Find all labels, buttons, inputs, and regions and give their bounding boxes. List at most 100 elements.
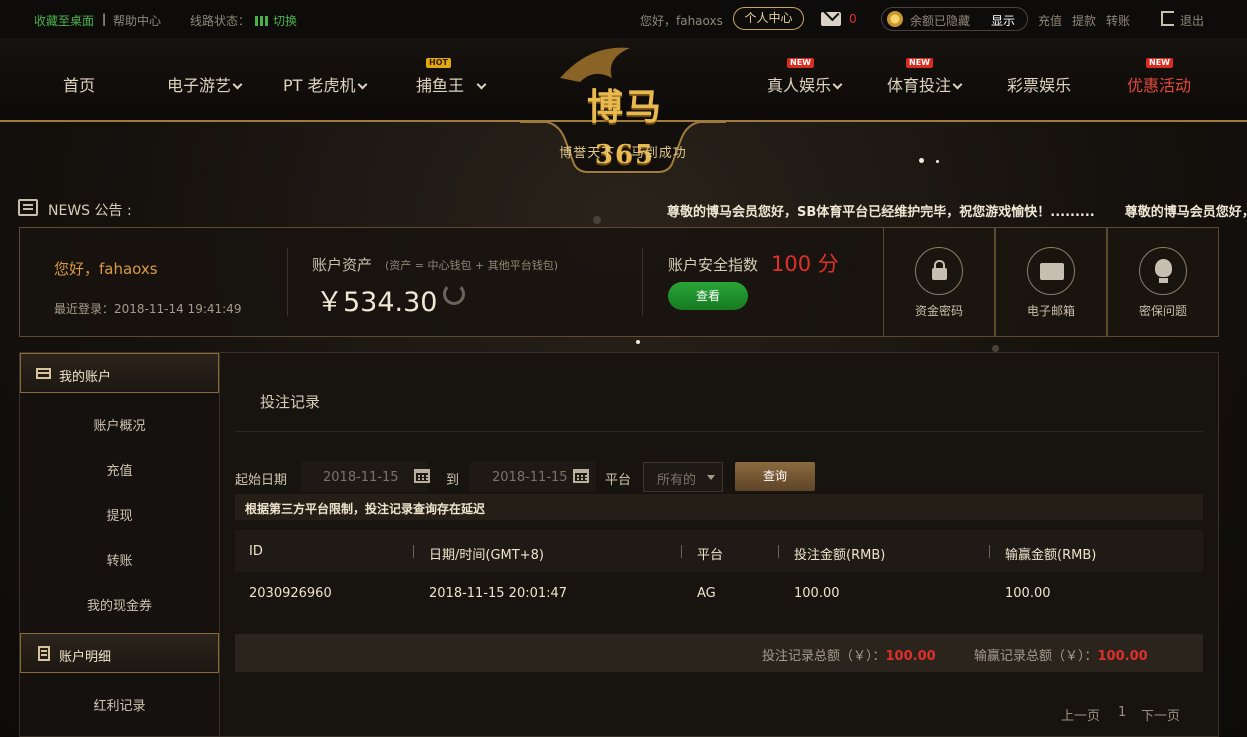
nav-home[interactable]: 首页 (63, 72, 95, 96)
sidebar-head-my-account[interactable]: 我的账户 (20, 353, 219, 393)
new-badge: NEW (906, 58, 933, 68)
nav-egames[interactable]: 电子游艺 (167, 72, 243, 96)
bookmark-link[interactable]: 收藏至桌面 (34, 12, 94, 29)
sidebar: 我的账户 账户概况 充值 提现 转账 我的现金券 账户明细 红利记录 (19, 352, 220, 737)
card-icon (36, 368, 51, 379)
column-separator (989, 545, 990, 558)
nav-live-label: 真人娱乐 (767, 76, 832, 95)
security-question-label: 密保问题 (1138, 304, 1187, 318)
fund-password-tile[interactable]: 资金密码 (883, 227, 995, 337)
nav-pt-label: PT 老虎机 (283, 76, 356, 95)
nav-sports[interactable]: 体育投注 (887, 72, 963, 96)
user-center-button[interactable]: 个人中心 (733, 7, 804, 30)
line-status-label: 线路状态： (190, 14, 251, 28)
nav-lottery[interactable]: 彩票娱乐 (1007, 72, 1071, 96)
mail-icon (1027, 247, 1075, 295)
sidebar-item-vouchers[interactable]: 我的现金券 (20, 595, 219, 614)
view-security-button[interactable]: 查看 (668, 282, 748, 310)
column-separator (413, 545, 414, 558)
news-item: 尊敬的博马会员您好，SB体育平台已经维护完毕，祝您游戏愉快！......... (667, 205, 1095, 220)
cell-platform: AG (697, 586, 716, 601)
sidebar-head-label: 我的账户 (59, 370, 112, 385)
withdraw-link[interactable]: 提款 (1072, 12, 1096, 29)
chevron-down-icon (832, 79, 843, 90)
deposit-link[interactable]: 充值 (1038, 12, 1062, 29)
page-number[interactable]: 1 (1118, 705, 1126, 720)
security-question-tile[interactable]: 密保问题 (1107, 227, 1219, 337)
sidebar-item-withdraw[interactable]: 提现 (20, 505, 219, 524)
nav-live[interactable]: 真人娱乐 (767, 72, 843, 96)
lock-glyph (932, 260, 947, 280)
mail-count: 0 (849, 12, 857, 26)
divider (287, 248, 288, 316)
page-title: 投注记录 (260, 393, 321, 411)
calendar-icon[interactable] (573, 469, 589, 483)
sparkle (936, 160, 939, 163)
lock-icon (915, 247, 963, 295)
total-winloss-value: 100.00 (1097, 649, 1148, 664)
sidebar-head-account-details[interactable]: 账户明细 (20, 633, 219, 673)
top-bar: 收藏至桌面 | 帮助中心 线路状态： 切换 您好，fahaoxs 个人中心 0 … (0, 0, 1247, 38)
nav-fishing[interactable]: 捕鱼王 (416, 72, 487, 96)
lightbulb-icon (1139, 247, 1187, 295)
refresh-icon[interactable] (443, 283, 465, 305)
column-header: ID (249, 544, 263, 559)
assets-note: (资产 = 中心钱包 + 其他平台钱包) (385, 259, 559, 272)
delay-notice: 根据第三方平台限制，投注记录查询存在延迟 (235, 494, 1203, 520)
cell-datetime: 2018-11-15 20:01:47 (429, 586, 568, 601)
envelope-glyph (1040, 263, 1064, 280)
nav-pt-slots[interactable]: PT 老虎机 (283, 72, 367, 96)
logout-link[interactable]: 退出 (1180, 12, 1204, 29)
news-label: NEWS 公告 : (48, 203, 132, 219)
email-label: 电子邮箱 (1026, 304, 1075, 318)
assets-label: 账户资产 (312, 256, 373, 274)
total-bet-value: 100.00 (885, 649, 936, 664)
sparkle (593, 216, 601, 224)
news-ticker[interactable]: 尊敬的博马会员您好，SB体育平台已经维护完毕，祝您游戏愉快！......... 尊… (667, 201, 1247, 220)
total-bet-label: 投注记录总额（￥）： (762, 649, 886, 664)
line-switch[interactable]: 切换 (255, 12, 297, 29)
transfer-link[interactable]: 转账 (1106, 12, 1130, 29)
account-greeting: 您好，fahaoxs (54, 260, 158, 278)
security-label: 账户安全指数 (668, 256, 759, 274)
column-header: 投注金额(RMB) (794, 548, 886, 563)
cell-winloss: 100.00 (1005, 586, 1051, 601)
sidebar-item-bonus-records[interactable]: 红利记录 (20, 695, 219, 714)
sidebar-head-label: 账户明细 (59, 650, 112, 665)
nav-promotions[interactable]: 优惠活动 (1127, 72, 1191, 96)
last-login: 最近登录：2018-11-14 19:41:49 (54, 302, 242, 316)
cell-id: 2030926960 (249, 586, 332, 601)
next-page-link[interactable]: 下一页 (1141, 705, 1180, 724)
to-label: 到 (446, 473, 460, 488)
query-button[interactable]: 查询 (735, 462, 815, 491)
logout-icon[interactable] (1161, 11, 1174, 26)
sparkle (919, 158, 924, 163)
sidebar-item-overview[interactable]: 账户概况 (20, 415, 219, 434)
column-separator (778, 545, 779, 558)
coin-icon (887, 11, 903, 27)
chevron-down-icon (952, 79, 963, 90)
sidebar-item-transfer[interactable]: 转账 (20, 550, 219, 569)
column-header: 日期/时间(GMT+8) (429, 548, 544, 563)
totals-bar: 投注记录总额（￥）：100.00 输赢记录总额（￥）：100.00 (235, 634, 1203, 672)
main-panel: 投注记录 起始日期 到 平台 所有的 查询 根据第三方平台限制，投注记录查询存在… (220, 352, 1219, 737)
sidebar-item-deposit[interactable]: 充值 (20, 460, 219, 479)
assets-value: ￥534.30 (316, 287, 438, 318)
email-tile[interactable]: 电子邮箱 (995, 227, 1107, 337)
calendar-icon[interactable] (414, 469, 430, 483)
mail-icon[interactable] (821, 12, 841, 26)
chevron-down-icon (357, 79, 367, 90)
fund-password-label: 资金密码 (914, 304, 963, 318)
logo-name: 博马 (586, 86, 663, 128)
column-header: 平台 (697, 548, 724, 563)
balance-hidden-label: 余额已隐藏 (910, 14, 971, 28)
divider (235, 431, 1203, 432)
calculator-icon (38, 646, 50, 661)
announcement-icon (18, 199, 38, 216)
show-balance-button[interactable]: 显示 (991, 12, 1015, 29)
security-score: 100 分 (771, 252, 839, 276)
help-link[interactable]: 帮助中心 (113, 12, 161, 29)
start-date-input[interactable] (301, 462, 427, 492)
platform-select[interactable]: 所有的 (643, 462, 723, 492)
prev-page-link[interactable]: 上一页 (1061, 705, 1100, 724)
